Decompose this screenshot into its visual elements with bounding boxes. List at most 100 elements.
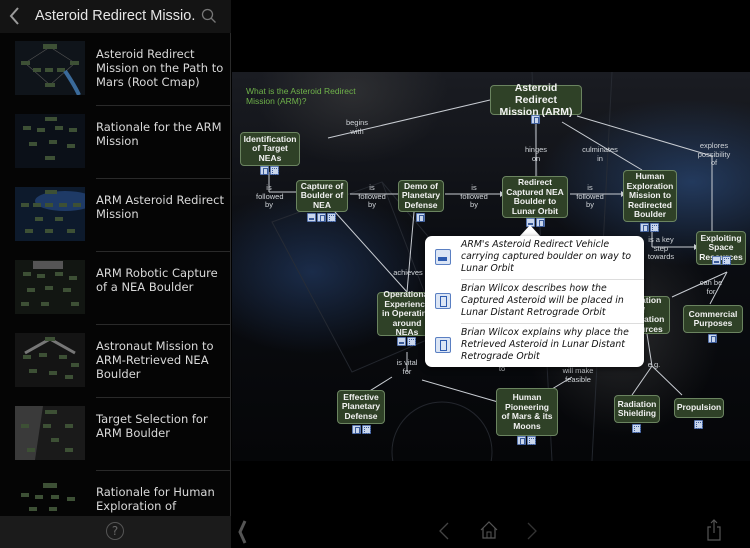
- node-demo[interactable]: Demo of Planetary Defense: [398, 180, 444, 212]
- cmap-icon[interactable]: [327, 213, 336, 222]
- node-effective[interactable]: Effective Planetary Defense: [337, 390, 385, 424]
- link-label: is a key step towards: [647, 235, 675, 261]
- node-human-exploration[interactable]: Human Exploration Mission to Redirected …: [623, 170, 677, 222]
- popover-item-text: Brian Wilcox explains why place the Retr…: [461, 327, 629, 362]
- cmap-icon[interactable]: [722, 256, 731, 265]
- cmap-icon[interactable]: [270, 166, 279, 175]
- image-icon[interactable]: [307, 213, 316, 222]
- video-icon[interactable]: [260, 166, 269, 175]
- cmap-thumbnail: [15, 406, 85, 460]
- node-resources: [397, 337, 416, 346]
- list-item[interactable]: Asteroid Redirect Mission on the Path to…: [0, 33, 231, 106]
- chevron-left-icon: [9, 7, 19, 25]
- video-icon[interactable]: [317, 213, 326, 222]
- popover-item-text: ARM's Asteroid Redirect Vehicle carrying…: [461, 239, 632, 274]
- list-item-label: Asteroid Redirect Mission on the Path to…: [96, 47, 224, 89]
- cmap-thumbnail: [15, 41, 85, 95]
- list-item-label: Astronaut Mission to ARM-Retrieved NEA B…: [96, 339, 214, 381]
- link-label: can be for: [699, 278, 723, 296]
- resource-popover: ARM's Asteroid Redirect Vehicle carrying…: [425, 236, 644, 367]
- popover-item[interactable]: Brian Wilcox explains why place the Retr…: [425, 324, 644, 367]
- list-item[interactable]: Rationale for Human Exploration of: [0, 471, 231, 516]
- video-icon: [435, 293, 451, 309]
- forward-button[interactable]: [526, 521, 538, 545]
- link-label: achieves: [393, 268, 423, 277]
- node-resources: [517, 436, 536, 445]
- list-item[interactable]: ARM Robotic Capture of a NEA Boulder: [0, 252, 231, 325]
- node-arm[interactable]: Asteroid Redirect Mission (ARM): [490, 82, 582, 118]
- list-item-label: Target Selection for ARM Boulder: [96, 412, 208, 440]
- node-resources: [640, 223, 659, 232]
- list-item[interactable]: ARM Asteroid Redirect Mission: [0, 179, 231, 252]
- help-button[interactable]: ?: [106, 522, 124, 540]
- list-item[interactable]: Target Selection for ARM Boulder: [0, 398, 231, 471]
- cmap-thumbnail: [15, 187, 85, 241]
- cmap-list: Asteroid Redirect Mission on the Path to…: [0, 33, 231, 516]
- collapse-sidebar-button[interactable]: [236, 518, 248, 548]
- video-icon[interactable]: [517, 436, 526, 445]
- node-resources: [307, 213, 336, 222]
- image-icon: [435, 249, 451, 265]
- cmap-icon[interactable]: [650, 223, 659, 232]
- node-radiation[interactable]: Radiation Shielding: [614, 395, 660, 423]
- node-commercial[interactable]: Commercial Purposes: [683, 305, 743, 333]
- node-capture[interactable]: Capture of Boulder of NEA: [296, 180, 348, 212]
- cmap-icon[interactable]: [362, 425, 371, 434]
- share-button[interactable]: [706, 518, 722, 546]
- image-icon[interactable]: [397, 337, 406, 346]
- cmap-thumbnail: [15, 479, 85, 516]
- back-button[interactable]: [6, 4, 24, 28]
- home-button[interactable]: [480, 520, 498, 544]
- node-resources: [694, 420, 703, 429]
- sidebar-title: Asteroid Redirect Missio...: [35, 8, 195, 24]
- app: Asteroid Redirect Missio... Asteroid Red…: [0, 0, 750, 548]
- forward-arrow-icon: [527, 522, 537, 540]
- node-pioneering[interactable]: Human Pioneering of Mars & its Moons: [496, 388, 558, 436]
- video-icon: [435, 337, 451, 353]
- video-icon[interactable]: [352, 425, 361, 434]
- sidebar-header: Asteroid Redirect Missio...: [0, 0, 231, 33]
- link-label: is followed by: [358, 183, 386, 209]
- image-icon[interactable]: [712, 256, 721, 265]
- node-resources: [531, 115, 540, 124]
- cmap-icon[interactable]: [694, 420, 703, 429]
- cmap-icon[interactable]: [407, 337, 416, 346]
- node-identification[interactable]: Identification of Target NEAs: [240, 132, 300, 166]
- node-resources: [712, 256, 731, 265]
- cmap-thumbnail: [15, 260, 85, 314]
- node-resources: [260, 166, 279, 175]
- popover-item[interactable]: Brian Wilcox describes how the Captured …: [425, 280, 644, 323]
- search-button[interactable]: [200, 7, 218, 25]
- sidebar: Asteroid Redirect Missio... Asteroid Red…: [0, 0, 231, 548]
- popover-item[interactable]: ARM's Asteroid Redirect Vehicle carrying…: [425, 236, 644, 279]
- node-propulsion[interactable]: Propulsion: [674, 398, 724, 418]
- list-item-label: ARM Robotic Capture of a NEA Boulder: [96, 266, 218, 294]
- cmap-thumbnail: [15, 333, 85, 387]
- bottom-toolbar: [232, 516, 750, 548]
- link-label: is followed by: [460, 183, 488, 209]
- video-icon[interactable]: [640, 223, 649, 232]
- list-item[interactable]: Astronaut Mission to ARM-Retrieved NEA B…: [0, 325, 231, 398]
- link-label: culminates in: [582, 145, 618, 163]
- list-item-label: ARM Asteroid Redirect Mission: [96, 193, 224, 221]
- home-icon: [480, 521, 498, 539]
- focus-question: What is the Asteroid Redirect Mission (A…: [246, 86, 356, 106]
- node-resources: [352, 425, 371, 434]
- back-button[interactable]: [438, 521, 450, 545]
- list-item-label: Rationale for Human Exploration of: [96, 485, 215, 513]
- video-icon[interactable]: [531, 115, 540, 124]
- cmap-icon[interactable]: [527, 436, 536, 445]
- list-item[interactable]: Rationale for the ARM Mission: [0, 106, 231, 179]
- video-icon[interactable]: [708, 334, 717, 343]
- link-label: hinges on: [524, 145, 548, 163]
- search-icon: [201, 8, 216, 23]
- node-redirect[interactable]: Redirect Captured NEA Boulder to Lunar O…: [502, 176, 568, 218]
- video-icon[interactable]: [416, 213, 425, 222]
- list-item-label: Rationale for the ARM Mission: [96, 120, 222, 148]
- link-label: is vital for: [396, 358, 418, 376]
- link-label: explores possibility of: [697, 141, 731, 167]
- share-icon: [707, 519, 721, 541]
- link-label: will make feasible: [562, 366, 594, 384]
- cmap-icon[interactable]: [632, 424, 641, 433]
- popover-item-text: Brian Wilcox describes how the Captured …: [461, 283, 624, 318]
